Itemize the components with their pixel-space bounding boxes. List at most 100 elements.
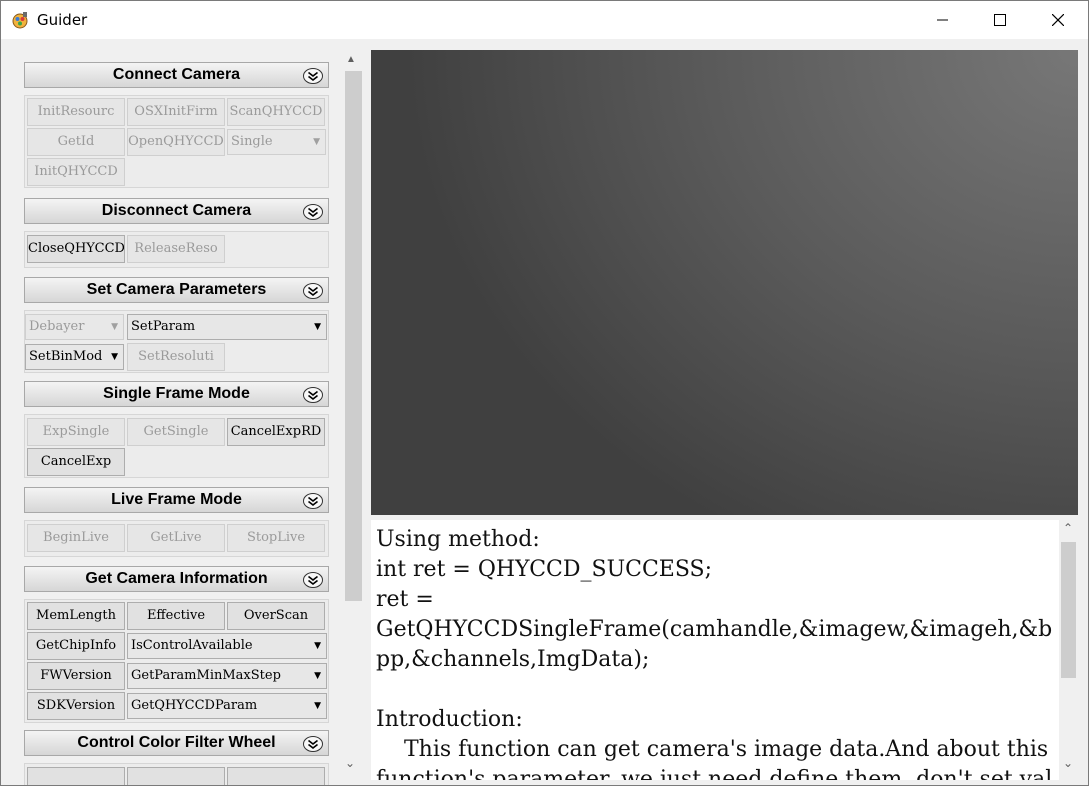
group-header-single-frame-mode[interactable]: Single Frame Mode xyxy=(24,381,329,407)
group-body-single-frame-mode: ExpSingle GetSingle CancelExpRD CancelEx… xyxy=(24,414,329,478)
effective-button[interactable]: Effective xyxy=(127,602,225,630)
get-qhyccd-param-select[interactable]: GetQHYCCDParam ▼ xyxy=(127,693,327,719)
description-line: Using method: xyxy=(376,527,540,552)
group-body-set-camera-parameters: Debayer ▼ SetParam ▼ SetBinMod ▼ SetReso… xyxy=(24,310,329,373)
get-param-min-max-step-select[interactable]: GetParamMinMaxStep ▼ xyxy=(127,663,327,689)
group-header-disconnect-camera[interactable]: Disconnect Camera xyxy=(24,198,329,224)
group-body-control-color-filter-wheel xyxy=(24,763,329,785)
function-description-text[interactable]: Using method: int ret = QHYCCD_SUCCESS; … xyxy=(371,520,1059,780)
scroll-up-icon[interactable]: ▲ xyxy=(346,54,356,65)
scroll-down-icon[interactable]: ⌄ xyxy=(345,756,355,770)
collapse-icon[interactable] xyxy=(302,735,324,753)
description-line: ret = xyxy=(376,587,434,612)
sdk-version-button[interactable]: SDKVersion xyxy=(27,692,125,720)
description-line xyxy=(376,675,1059,705)
minimize-icon xyxy=(937,19,948,21)
group-body-live-frame-mode: BeginLive GetLive StopLive xyxy=(24,520,329,557)
is-control-available-value: IsControlAvailable xyxy=(131,638,253,653)
control-panel: Connect Camera InitResourc OSXInitFirm S… xyxy=(21,60,333,785)
maximize-icon xyxy=(994,14,1006,26)
init-resource-button[interactable]: InitResourc xyxy=(27,98,125,126)
set-bin-mode-select[interactable]: SetBinMod ▼ xyxy=(25,344,124,370)
group-title: Disconnect Camera xyxy=(101,202,252,219)
debayer-value: Debayer xyxy=(29,319,85,334)
filter-wheel-button[interactable] xyxy=(227,767,325,785)
close-qhyccd-button[interactable]: CloseQHYCCD xyxy=(27,235,125,263)
description-line: This function can get camera's image dat… xyxy=(376,737,1053,780)
init-qhyccd-button[interactable]: InitQHYCCD xyxy=(27,158,125,186)
open-mode-select[interactable]: Single ▼ xyxy=(227,129,326,155)
set-resolution-button[interactable]: SetResoluti xyxy=(127,343,225,371)
get-chip-info-button[interactable]: GetChipInfo xyxy=(27,632,125,660)
guider-window: Guider Connect Camera InitResourc OSXIni… xyxy=(0,0,1089,786)
mem-length-button[interactable]: MemLength xyxy=(27,602,125,630)
group-title: Get Camera Information xyxy=(85,570,268,587)
chevron-down-icon: ▼ xyxy=(313,137,320,147)
window-title: Guider xyxy=(37,11,88,29)
close-icon xyxy=(1052,14,1064,26)
set-param-value: SetParam xyxy=(131,319,196,334)
collapse-icon[interactable] xyxy=(302,282,324,300)
open-qhyccd-button[interactable]: OpenQHYCCD xyxy=(127,128,225,156)
scrollbar-thumb[interactable] xyxy=(1061,542,1076,678)
osx-init-firm-button[interactable]: OSXInitFirm xyxy=(127,98,225,126)
filter-wheel-button[interactable] xyxy=(127,767,225,785)
group-header-set-camera-parameters[interactable]: Set Camera Parameters xyxy=(24,277,329,303)
close-button[interactable] xyxy=(1030,1,1086,39)
chevron-down-icon: ▼ xyxy=(314,641,321,651)
exp-single-button[interactable]: ExpSingle xyxy=(27,418,125,446)
minimize-button[interactable] xyxy=(915,1,971,39)
title-bar: Guider xyxy=(1,1,1088,39)
scroll-up-icon[interactable]: ⌃ xyxy=(1063,521,1073,535)
description-line: int ret = QHYCCD_SUCCESS; xyxy=(376,557,713,582)
group-title: Single Frame Mode xyxy=(103,385,250,402)
group-title: Control Color Filter Wheel xyxy=(77,734,276,751)
group-title: Set Camera Parameters xyxy=(86,281,267,298)
group-title: Connect Camera xyxy=(112,66,241,83)
group-header-connect-camera[interactable]: Connect Camera xyxy=(24,62,329,88)
scroll-down-icon[interactable]: ⌄ xyxy=(1063,756,1073,770)
text-scrollbar[interactable]: ⌃ ⌄ xyxy=(1059,520,1078,776)
get-live-button[interactable]: GetLive xyxy=(127,524,225,552)
get-param-min-max-step-value: GetParamMinMaxStep xyxy=(131,668,281,683)
chevron-down-icon: ▼ xyxy=(314,671,321,681)
get-id-button[interactable]: GetId xyxy=(27,128,125,156)
begin-live-button[interactable]: BeginLive xyxy=(27,524,125,552)
cancel-exp-button[interactable]: CancelExp xyxy=(27,448,125,476)
scrollbar-thumb[interactable] xyxy=(345,71,362,601)
stop-live-button[interactable]: StopLive xyxy=(227,524,325,552)
collapse-icon[interactable] xyxy=(302,67,324,85)
open-mode-value: Single xyxy=(231,134,273,149)
group-header-get-camera-information[interactable]: Get Camera Information xyxy=(24,566,329,592)
group-body-get-camera-information: MemLength Effective OverScan GetChipInfo… xyxy=(24,599,329,723)
chevron-down-icon: ▼ xyxy=(314,701,321,711)
release-resource-button[interactable]: ReleaseReso xyxy=(127,235,225,263)
get-qhyccd-param-value: GetQHYCCDParam xyxy=(131,698,258,713)
collapse-icon[interactable] xyxy=(302,492,324,510)
group-title: Live Frame Mode xyxy=(111,491,242,508)
cancel-exp-rd-button[interactable]: CancelExpRD xyxy=(227,418,325,446)
group-header-live-frame-mode[interactable]: Live Frame Mode xyxy=(24,487,329,513)
app-icon xyxy=(12,12,28,29)
image-preview xyxy=(371,50,1078,515)
control-panel-scrollbar[interactable]: ▲ ⌄ xyxy=(342,51,362,777)
chevron-down-icon: ▼ xyxy=(111,322,118,332)
scan-qhyccd-button[interactable]: ScanQHYCCD xyxy=(227,98,325,126)
chevron-down-icon: ▼ xyxy=(111,352,118,362)
collapse-icon[interactable] xyxy=(302,386,324,404)
description-line: Introduction: xyxy=(376,707,523,732)
maximize-button[interactable] xyxy=(972,1,1028,39)
is-control-available-select[interactable]: IsControlAvailable ▼ xyxy=(127,633,327,659)
set-bin-mode-value: SetBinMod xyxy=(29,349,103,364)
fw-version-button[interactable]: FWVersion xyxy=(27,662,125,690)
collapse-icon[interactable] xyxy=(302,571,324,589)
get-single-button[interactable]: GetSingle xyxy=(127,418,225,446)
collapse-icon[interactable] xyxy=(302,203,324,221)
group-body-connect-camera: InitResourc OSXInitFirm ScanQHYCCD GetId… xyxy=(24,95,329,188)
group-header-control-color-filter-wheel[interactable]: Control Color Filter Wheel xyxy=(24,730,329,756)
filter-wheel-button[interactable] xyxy=(27,767,125,785)
overscan-button[interactable]: OverScan xyxy=(227,602,325,630)
set-param-select[interactable]: SetParam ▼ xyxy=(127,314,327,340)
debayer-select[interactable]: Debayer ▼ xyxy=(25,314,124,340)
description-line: GetQHYCCDSingleFrame(camhandle,&imagew,&… xyxy=(376,617,1053,672)
